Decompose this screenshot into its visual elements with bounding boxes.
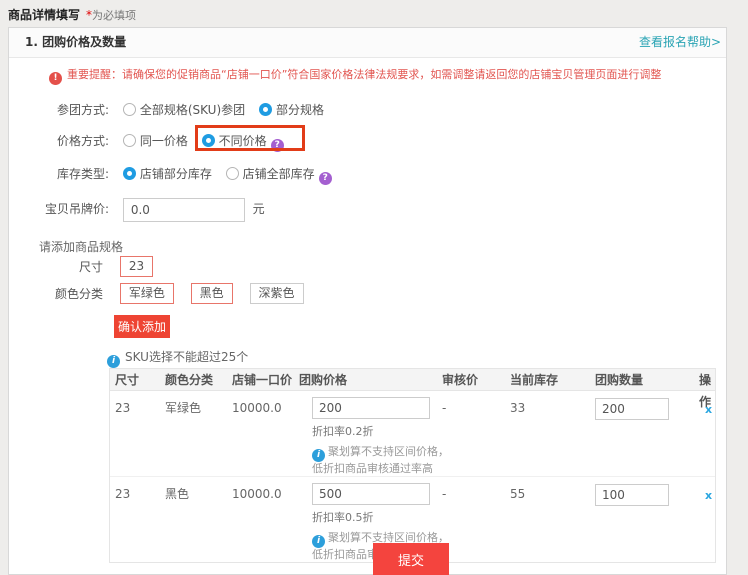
discount-note: 折扣率0.5折: [312, 509, 442, 525]
info-circle-icon: i: [312, 535, 325, 548]
main-panel: 1. 团购价格及数量 查看报名帮助> ! 重要提醒：请确保您的促销商品“店铺一口价…: [8, 27, 727, 575]
discount-note: 折扣率0.2折: [312, 423, 442, 439]
tag-price-unit: 元: [253, 202, 265, 216]
radio-selected-icon[interactable]: [259, 103, 272, 116]
cell-shop-price: 10000.0: [232, 391, 299, 476]
cell-action: x: [699, 477, 715, 562]
color-spec-row: 颜色分类 军绿色 黑色 深紫色: [9, 283, 304, 305]
option-label[interactable]: 全部规格(SKU)参团: [140, 103, 245, 117]
price-type-option-different[interactable]: 不同价格?: [202, 131, 284, 152]
size-option-23[interactable]: 23: [120, 256, 153, 277]
tag-price-input[interactable]: [123, 198, 245, 222]
tip-text: 聚划算不支持区间价格，: [328, 445, 449, 458]
radio-selected-icon[interactable]: [202, 134, 215, 147]
cell-action: x: [699, 391, 715, 476]
signup-help-link[interactable]: 查看报名帮助>: [639, 28, 721, 57]
cell-shop-price: 10000.0: [232, 477, 299, 562]
option-label[interactable]: 不同价格: [219, 134, 267, 148]
cell-size: 23: [115, 391, 165, 476]
price-type-option-same[interactable]: 同一价格: [123, 134, 192, 148]
table-row: 23 军绿色 10000.0 折扣率0.2折 i聚划算不支持区间价格， 低折扣商…: [110, 391, 715, 477]
price-tip: i聚划算不支持区间价格，: [312, 445, 442, 462]
sku-note-text: SKU选择不能超过25个: [125, 350, 248, 364]
section-header: 1. 团购价格及数量 查看报名帮助>: [9, 28, 726, 58]
stock-type-option-all[interactable]: 店铺全部库存?: [226, 167, 332, 181]
confirm-add-button[interactable]: 确认添加: [114, 315, 170, 338]
cell-color: 黑色: [165, 477, 232, 562]
join-type-label: 参团方式:: [9, 100, 109, 120]
option-label[interactable]: 店铺全部库存: [243, 167, 315, 181]
radio-unselected-icon[interactable]: [123, 103, 136, 116]
radio-selected-icon[interactable]: [123, 167, 136, 180]
delete-row-button[interactable]: x: [705, 489, 712, 502]
group-price-input[interactable]: [312, 397, 430, 419]
stock-type-row: 库存类型: 店铺部分库存 店铺全部库存?: [9, 164, 332, 184]
option-label[interactable]: 部分规格: [276, 103, 324, 117]
join-type-row: 参团方式: 全部规格(SKU)参团 部分规格: [9, 100, 324, 120]
price-type-row: 价格方式: 同一价格 不同价格?: [9, 131, 284, 151]
option-label[interactable]: 同一价格: [140, 134, 188, 148]
color-label: 颜色分类: [9, 283, 103, 305]
question-circle-icon[interactable]: ?: [271, 139, 284, 152]
join-type-option-partial[interactable]: 部分规格: [259, 103, 324, 117]
price-type-label: 价格方式:: [9, 131, 109, 151]
color-option-army-green[interactable]: 军绿色: [120, 283, 174, 304]
alert-circle-icon: !: [49, 72, 62, 85]
cell-audit-price: -: [442, 391, 510, 476]
cell-stock: 33: [510, 391, 595, 476]
cell-stock: 55: [510, 477, 595, 562]
cell-color: 军绿色: [165, 391, 232, 476]
group-price-input[interactable]: [312, 483, 430, 505]
radio-unselected-icon[interactable]: [123, 134, 136, 147]
submit-button[interactable]: 提交: [373, 543, 449, 575]
quantity-input[interactable]: [595, 484, 669, 506]
info-circle-icon: i: [107, 355, 120, 368]
cell-group-price: 折扣率0.2折 i聚划算不支持区间价格， 低折扣商品审核通过率高: [299, 391, 442, 476]
tag-price-row: 宝贝吊牌价: 元: [9, 197, 265, 221]
page-header: 商品详情填写*为必填项: [8, 6, 136, 23]
price-law-warning: ! 重要提醒：请确保您的促销商品“店铺一口价”符合国家价格法律法规要求，如需调整请…: [49, 66, 661, 85]
size-spec-row: 尺寸 23: [9, 256, 153, 278]
page-title: 商品详情填写: [8, 8, 80, 22]
spec-hint: 请添加商品规格: [39, 238, 123, 255]
warning-text: 重要提醒：请确保您的促销商品“店铺一口价”符合国家价格法律法规要求，如需调整请返…: [67, 68, 661, 81]
sku-table: 尺寸 颜色分类 店铺一口价 团购价格 审核价 当前库存 团购数量 操作 23 军…: [109, 368, 716, 563]
stock-type-option-partial[interactable]: 店铺部分库存: [123, 167, 216, 181]
cell-size: 23: [115, 477, 165, 562]
radio-unselected-icon[interactable]: [226, 167, 239, 180]
required-note: 为必填项: [92, 9, 136, 22]
stock-type-label: 库存类型:: [9, 164, 109, 184]
join-type-option-all[interactable]: 全部规格(SKU)参团: [123, 103, 249, 117]
color-option-black[interactable]: 黑色: [191, 283, 233, 304]
quantity-input[interactable]: [595, 398, 669, 420]
delete-row-button[interactable]: x: [705, 403, 712, 416]
option-label[interactable]: 店铺部分库存: [140, 167, 212, 181]
cell-quantity: [595, 391, 699, 476]
cell-audit-price: -: [442, 477, 510, 562]
color-option-dark-purple[interactable]: 深紫色: [250, 283, 304, 304]
table-header-row: 尺寸 颜色分类 店铺一口价 团购价格 审核价 当前库存 团购数量 操作: [110, 369, 715, 391]
size-label: 尺寸: [9, 256, 103, 278]
cell-quantity: [595, 477, 699, 562]
tag-price-label: 宝贝吊牌价:: [9, 197, 109, 221]
price-tip-line2: 低折扣商品审核通过率高: [312, 462, 442, 476]
info-circle-icon: i: [312, 449, 325, 462]
question-circle-icon[interactable]: ?: [319, 172, 332, 185]
sku-limit-note: i SKU选择不能超过25个: [107, 348, 248, 368]
section-title: 1. 团购价格及数量: [25, 28, 126, 57]
